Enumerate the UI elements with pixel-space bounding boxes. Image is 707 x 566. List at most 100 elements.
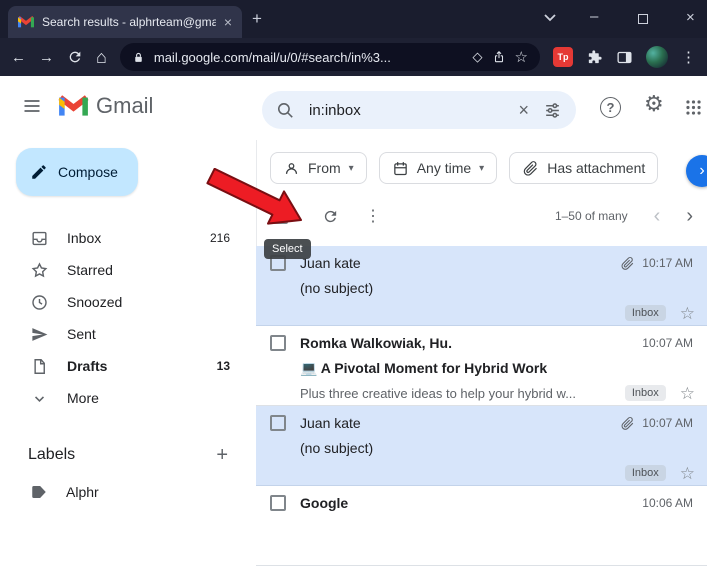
- url-text[interactable]: mail.google.com/mail/u/0/#search/in%3...: [154, 50, 464, 65]
- labels-title: Labels: [28, 446, 75, 464]
- labels-header: Labels +: [0, 440, 248, 470]
- main-menu-icon[interactable]: [22, 96, 42, 116]
- diamond-icon[interactable]: ◇: [473, 49, 483, 65]
- share-icon[interactable]: [492, 50, 506, 64]
- bookmark-star-icon[interactable]: ☆: [515, 48, 528, 66]
- star-toggle-icon[interactable]: ☆: [680, 385, 695, 402]
- pagination-text: 1–50 of many: [555, 209, 628, 223]
- sidebar-label: Starred: [67, 262, 113, 278]
- add-label-icon[interactable]: +: [216, 445, 228, 465]
- browser-menu-icon[interactable]: ⋮: [681, 50, 696, 65]
- sidebar: Inbox 216 Starred Snoozed Sent Drafts 13…: [0, 222, 248, 414]
- tab-search-icon[interactable]: [544, 14, 556, 22]
- search-bar[interactable]: in:inbox ×: [262, 91, 576, 129]
- settings-gear-icon[interactable]: ⚙: [644, 93, 664, 115]
- email-row[interactable]: Juan kate 10:07 AM (no subject) Inbox ☆: [256, 406, 707, 486]
- clear-search-icon[interactable]: ×: [518, 101, 529, 119]
- newer-page-icon[interactable]: ‹: [654, 206, 661, 226]
- sidebar-item-more[interactable]: More: [0, 382, 248, 414]
- email-sender: Romka Walkowiak, Hu.: [300, 335, 452, 351]
- gmail-favicon-icon: [18, 15, 34, 29]
- attachment-paperclip-icon: [620, 256, 635, 271]
- filter-chip-has-attachment[interactable]: Has attachment: [509, 152, 658, 184]
- refresh-icon[interactable]: [322, 208, 339, 225]
- email-subject: (no subject): [300, 440, 373, 456]
- gmail-app: Gmail in:inbox × ? ⚙ Compose Inbox 216 S…: [0, 76, 707, 507]
- sidebar-count: 13: [217, 359, 230, 373]
- red-annotation-arrow: [203, 168, 307, 226]
- sidebar-label: Snoozed: [67, 294, 122, 310]
- search-input[interactable]: in:inbox: [309, 102, 504, 119]
- row-checkbox[interactable]: [270, 495, 286, 511]
- row-checkbox[interactable]: [270, 415, 286, 431]
- tab-close-icon[interactable]: ×: [224, 15, 232, 29]
- sidebar-label: Sent: [67, 326, 96, 342]
- star-toggle-icon[interactable]: ☆: [680, 465, 695, 482]
- chevron-down-icon: [30, 389, 49, 408]
- extension-tp-icon[interactable]: Tp: [553, 47, 573, 67]
- sidebar-label-alphr[interactable]: Alphr: [0, 478, 248, 506]
- help-icon[interactable]: ?: [600, 97, 621, 118]
- forward-icon[interactable]: →: [39, 50, 54, 65]
- sidebar-item-sent[interactable]: Sent: [0, 318, 248, 350]
- gmail-logo-text: Gmail: [96, 93, 153, 119]
- extensions-puzzle-icon[interactable]: [586, 49, 603, 66]
- attachment-paperclip-icon: [620, 416, 635, 431]
- reload-icon[interactable]: [67, 49, 83, 65]
- email-time: 10:07 AM: [642, 416, 693, 430]
- email-time: 10:17 AM: [642, 256, 693, 270]
- chip-label: Has attachment: [547, 160, 645, 176]
- inbox-icon: [30, 229, 49, 248]
- inbox-badge: Inbox: [625, 385, 666, 401]
- star-toggle-icon[interactable]: ☆: [680, 305, 695, 322]
- search-icon[interactable]: [276, 101, 295, 120]
- compose-label: Compose: [58, 164, 118, 180]
- calendar-icon: [392, 160, 409, 177]
- email-snippet: Plus three creative ideas to help your h…: [300, 386, 611, 401]
- sidebar-item-inbox[interactable]: Inbox 216: [0, 222, 248, 254]
- sidebar-item-snoozed[interactable]: Snoozed: [0, 286, 248, 318]
- list-toolbar: ▾ ⋮ 1–50 of many ‹ ›: [256, 198, 707, 234]
- email-row[interactable]: Romka Walkowiak, Hu. 10:07 AM 💻 A Pivota…: [256, 326, 707, 406]
- window-close-button[interactable]: ×: [686, 9, 695, 26]
- pencil-icon: [30, 163, 48, 181]
- email-list: Juan kate 10:17 AM (no subject) Inbox ☆ …: [256, 246, 707, 566]
- older-page-icon[interactable]: ›: [686, 206, 693, 226]
- chip-label: Any time: [417, 160, 471, 176]
- maximize-button[interactable]: [638, 14, 648, 24]
- email-time: 10:07 AM: [642, 336, 693, 350]
- sidebar-item-drafts[interactable]: Drafts 13: [0, 350, 248, 382]
- inbox-badge: Inbox: [625, 305, 666, 321]
- browser-tab[interactable]: Search results - alphrteam@gma ×: [8, 6, 242, 38]
- more-options-icon[interactable]: ⋮: [365, 206, 381, 226]
- sidebar-label: Inbox: [67, 230, 101, 246]
- gmail-logo[interactable]: Gmail: [58, 93, 153, 119]
- clock-icon: [30, 293, 49, 312]
- row-checkbox[interactable]: [270, 335, 286, 351]
- inbox-badge: Inbox: [625, 465, 666, 481]
- sidebar-label: More: [67, 390, 99, 406]
- email-row[interactable]: Juan kate 10:17 AM (no subject) Inbox ☆: [256, 246, 707, 326]
- new-tab-button[interactable]: +: [252, 9, 262, 29]
- search-options-icon[interactable]: [543, 101, 562, 120]
- minimize-button[interactable]: –: [590, 8, 598, 25]
- home-icon[interactable]: ⌂: [96, 48, 107, 66]
- filter-chip-any-time[interactable]: Any time ▾: [379, 152, 498, 184]
- email-row[interactable]: Google 10:06 AM: [256, 486, 707, 566]
- back-icon[interactable]: ←: [11, 50, 26, 65]
- email-sender: Juan kate: [300, 415, 361, 431]
- side-panel-icon[interactable]: [616, 49, 633, 66]
- email-subject: 💻 A Pivotal Moment for Hybrid Work: [300, 360, 547, 377]
- tab-title: Search results - alphrteam@gma: [42, 15, 216, 29]
- google-apps-grid-icon[interactable]: [684, 98, 703, 117]
- profile-avatar[interactable]: [646, 46, 668, 68]
- sidebar-item-starred[interactable]: Starred: [0, 254, 248, 286]
- chips-scroll-right-button[interactable]: ›: [686, 155, 707, 187]
- lock-icon: [132, 51, 145, 64]
- compose-button[interactable]: Compose: [16, 148, 138, 196]
- chevron-down-icon: ▾: [349, 163, 354, 174]
- label-name: Alphr: [66, 484, 99, 500]
- paperclip-icon: [522, 160, 539, 177]
- address-bar[interactable]: mail.google.com/mail/u/0/#search/in%3...…: [120, 43, 540, 71]
- sidebar-label: Drafts: [67, 358, 107, 374]
